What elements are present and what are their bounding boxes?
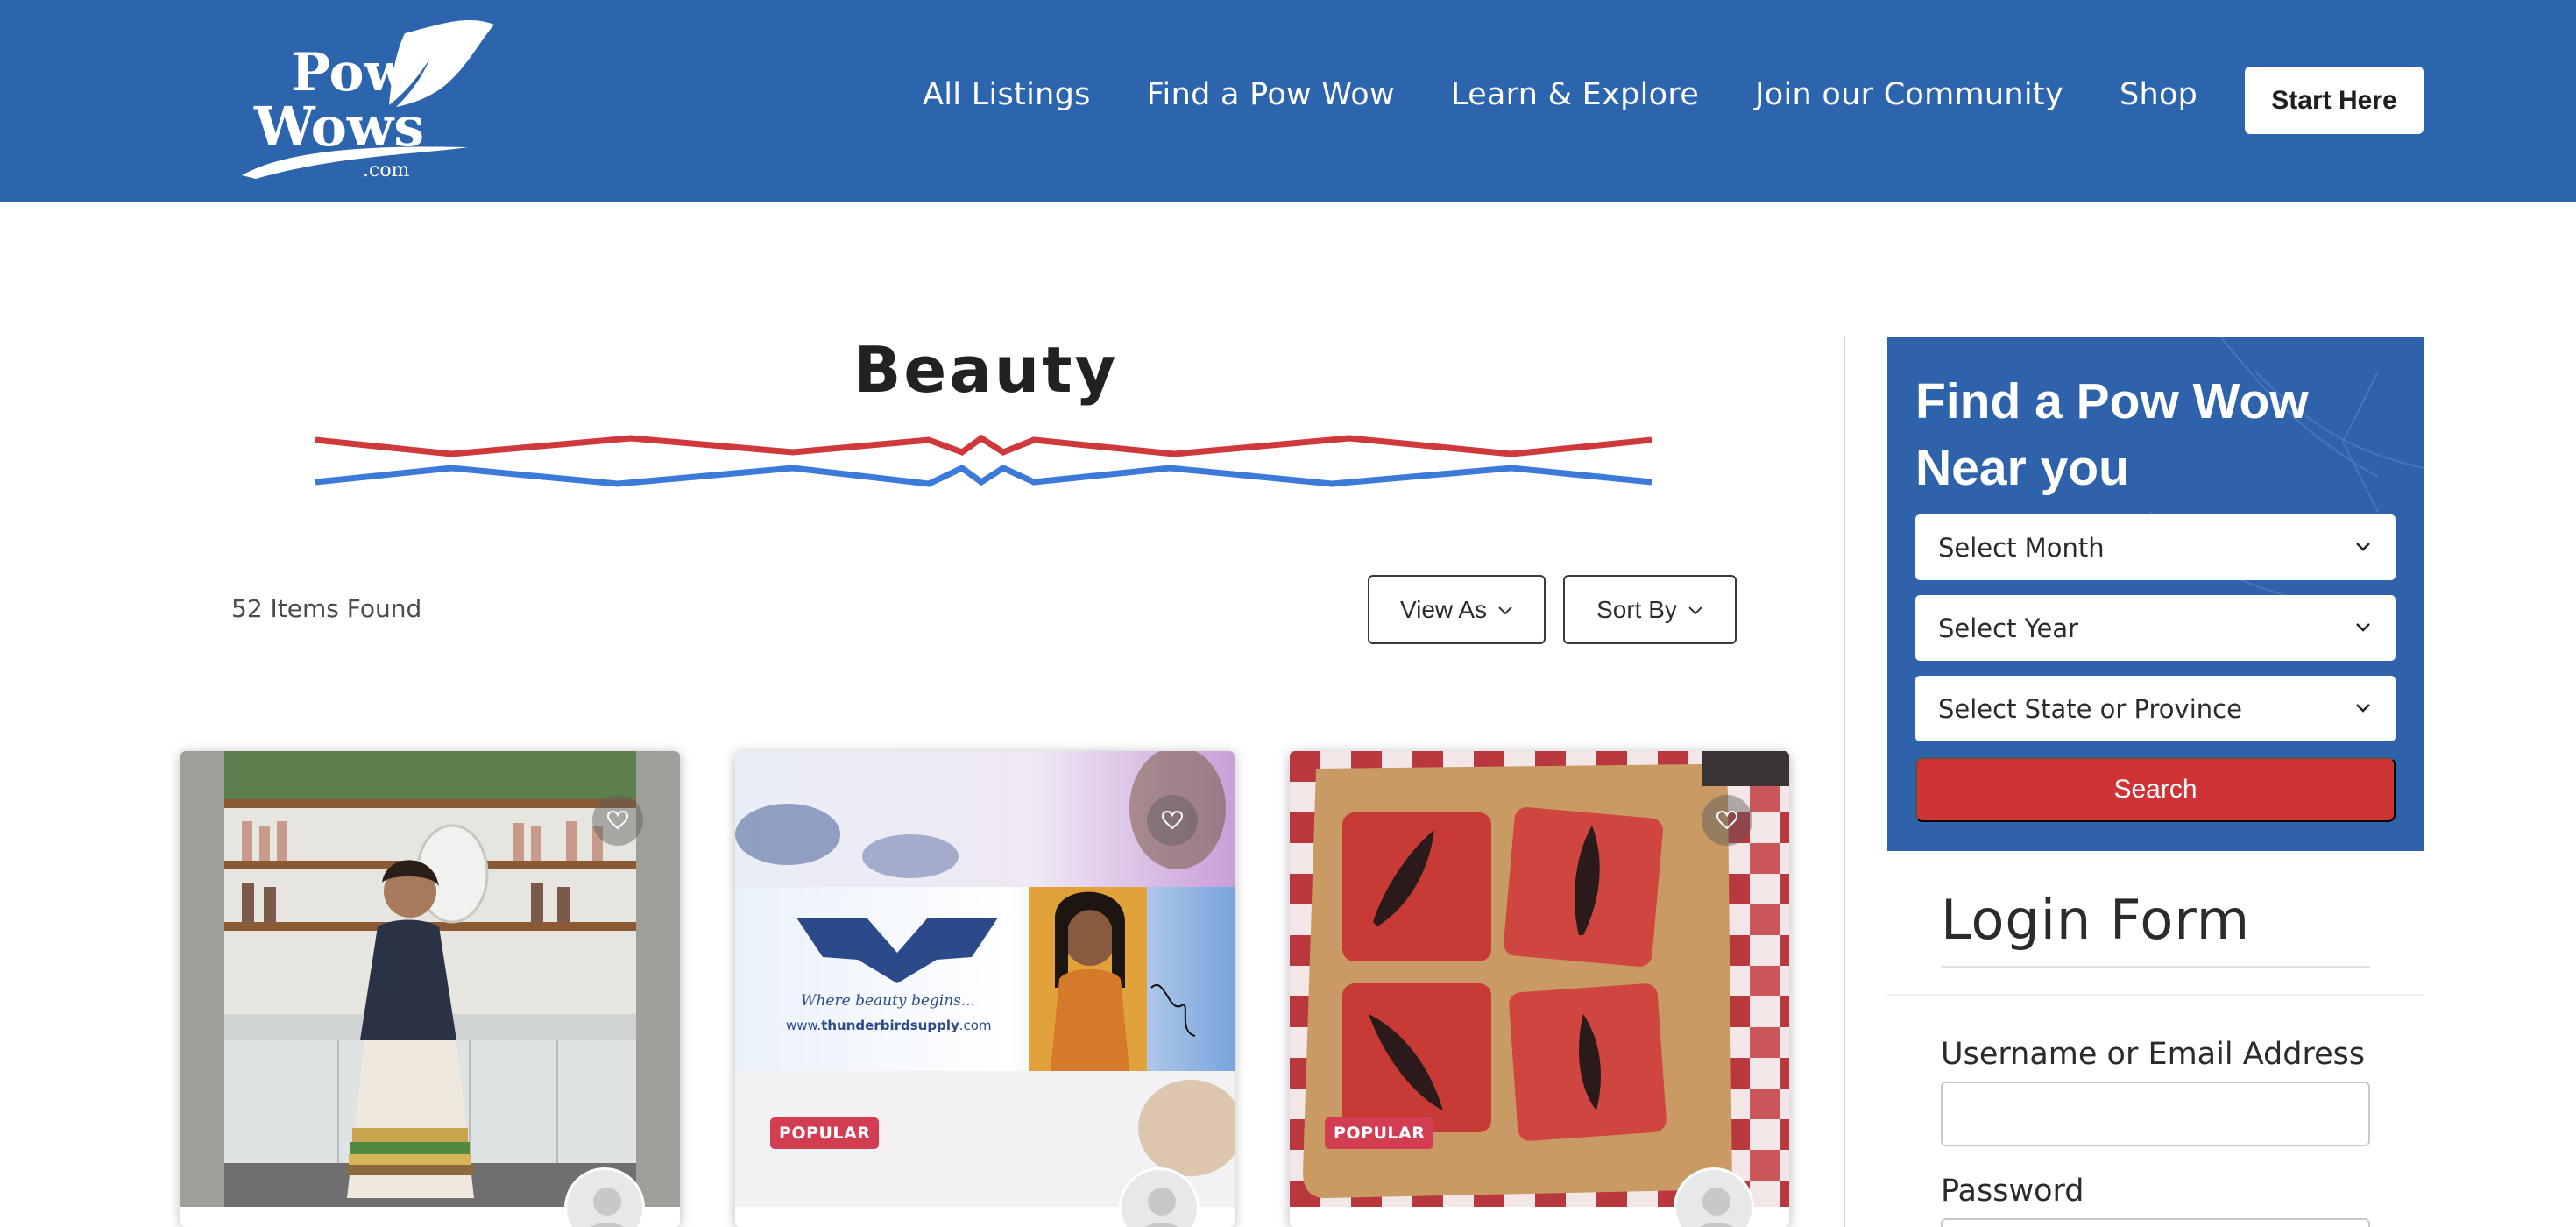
svg-text:Wows: Wows xyxy=(253,95,424,159)
powwows-logo[interactable]: Pow Wows .com xyxy=(230,16,501,182)
popular-badge: POPULAR xyxy=(770,1117,880,1149)
favorite-heart-button[interactable] xyxy=(592,795,643,846)
username-input[interactable] xyxy=(1941,1082,2370,1146)
chevron-down-icon xyxy=(2356,623,2370,632)
main-nav: All Listings Find a Pow Wow Learn & Expl… xyxy=(923,70,2197,119)
heart-icon xyxy=(607,811,628,830)
sidebar-divider xyxy=(1844,337,1845,1227)
select-month-label: Select Month xyxy=(1938,532,2105,563)
nav-all-listings[interactable]: All Listings xyxy=(923,77,1091,112)
items-found-count: 52 Items Found xyxy=(231,594,422,623)
widget-title: Find a Pow Wow Near you xyxy=(1915,373,2309,496)
listing-card[interactable]: Where beauty begins... www.thunderbirdsu… xyxy=(735,751,1235,1227)
find-pow-wow-widget: Find a Pow Wow Near you Select Month Sel… xyxy=(1887,337,2424,851)
listing-card[interactable]: POPULAR xyxy=(1290,751,1789,1227)
heart-icon xyxy=(1162,811,1183,830)
login-title-underline xyxy=(1941,966,2370,968)
view-as-label: View As xyxy=(1399,595,1488,623)
search-button[interactable]: Search xyxy=(1915,757,2396,822)
sort-by-dropdown[interactable]: Sort By xyxy=(1563,575,1737,644)
blue-zigzag-line xyxy=(315,464,1652,487)
site-header: Pow Wows .com All Listings Find a Pow Wo… xyxy=(0,0,2576,202)
password-input[interactable] xyxy=(1941,1218,2370,1227)
nav-find-pow-wow[interactable]: Find a Pow Wow xyxy=(1147,77,1395,112)
chevron-down-icon xyxy=(2356,704,2370,713)
red-zigzag-line xyxy=(315,434,1652,457)
username-label: Username or Email Address xyxy=(1941,1037,2366,1072)
nav-shop[interactable]: Shop xyxy=(2120,77,2197,112)
select-month-dropdown[interactable]: Select Month xyxy=(1915,514,2396,580)
password-label: Password xyxy=(1941,1174,2084,1209)
start-here-button[interactable]: Start Here xyxy=(2245,67,2424,134)
svg-text:www.thunderbirdsupply.com: www.thunderbirdsupply.com xyxy=(786,1018,992,1033)
select-state-label: Select State or Province xyxy=(1938,693,2242,724)
banner-tagline: Where beauty begins... xyxy=(801,992,975,1010)
svg-text:.com: .com xyxy=(363,160,410,181)
login-form-title: Login Form xyxy=(1941,888,2251,952)
favorite-heart-button[interactable] xyxy=(1147,795,1198,846)
select-year-dropdown[interactable]: Select Year xyxy=(1915,595,2396,661)
view-as-dropdown[interactable]: View As xyxy=(1368,575,1546,644)
select-state-dropdown[interactable]: Select State or Province xyxy=(1915,676,2396,741)
sort-by-label: Sort By xyxy=(1596,595,1677,623)
chevron-down-icon xyxy=(2356,543,2370,551)
zigzag-divider xyxy=(315,434,1652,487)
heart-icon xyxy=(1716,811,1737,830)
select-year-label: Select Year xyxy=(1938,613,2079,643)
chevron-down-icon xyxy=(1688,606,1702,614)
page-title: Beauty xyxy=(853,333,1119,407)
favorite-heart-button[interactable] xyxy=(1702,795,1752,846)
listing-card[interactable] xyxy=(180,751,680,1227)
chevron-down-icon xyxy=(1498,606,1512,614)
popular-badge: POPULAR xyxy=(1325,1117,1434,1149)
login-divider xyxy=(1887,994,2424,996)
nav-learn-explore[interactable]: Learn & Explore xyxy=(1451,77,1699,112)
nav-join-community[interactable]: Join our Community xyxy=(1755,77,2063,112)
